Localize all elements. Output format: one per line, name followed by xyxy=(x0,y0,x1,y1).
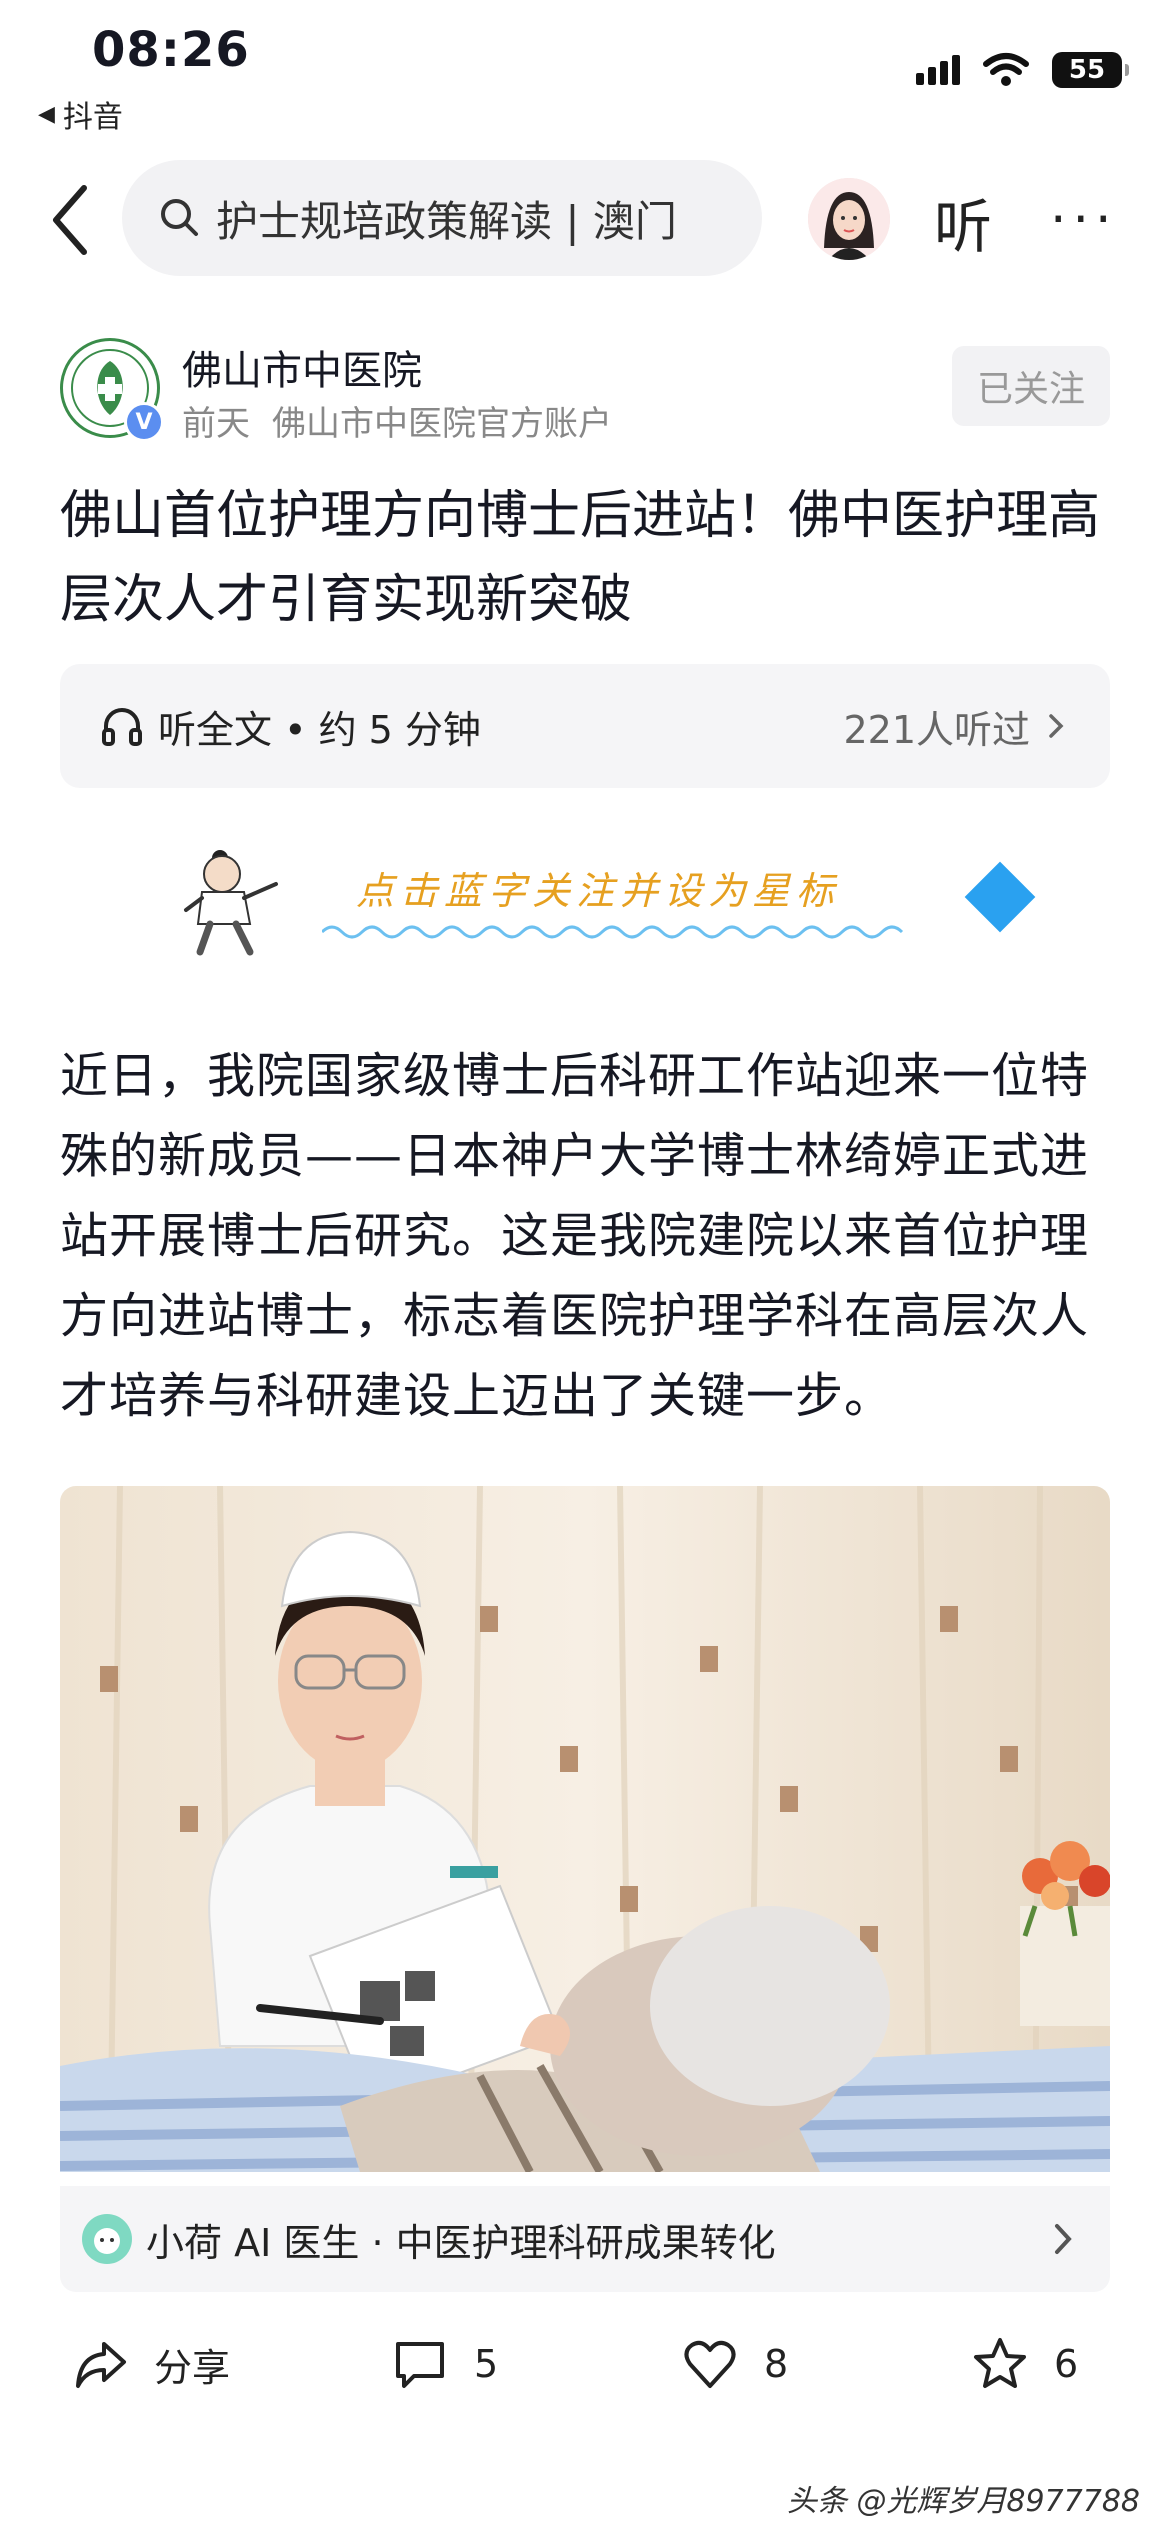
ai-doctor-link[interactable]: 小荷 AI 医生 · 中医护理科研成果转化 xyxy=(60,2186,1110,2292)
share-label: 分享 xyxy=(154,2345,231,2390)
account-description: 佛山市中医院官方账户 xyxy=(272,404,612,444)
comment-icon xyxy=(396,2342,444,2388)
cellular-signal-icon xyxy=(916,55,960,85)
favorite-button[interactable]: 6 xyxy=(972,2324,1078,2404)
heart-icon xyxy=(684,2340,736,2388)
chevron-right-icon xyxy=(1049,714,1064,738)
listen-full-text-label: 听全文 • 约 5 分钟 xyxy=(158,707,481,752)
banner-follow-text[interactable]: 点击蓝字关注并设为星标 xyxy=(356,860,840,915)
ai-assistant-avatar[interactable] xyxy=(808,178,890,260)
article-photo[interactable] xyxy=(60,1486,1110,2172)
back-triangle-icon: ◀ xyxy=(38,101,55,127)
status-time: 08:26 xyxy=(92,22,250,78)
favorite-count: 6 xyxy=(1054,2342,1079,2386)
verified-badge-icon: V xyxy=(124,402,164,442)
battery-icon: 55 xyxy=(1052,52,1129,88)
back-to-app-link[interactable]: ◀ 抖音 xyxy=(38,92,123,136)
banner-wave-decoration xyxy=(322,925,904,939)
listen-button[interactable]: 听 xyxy=(934,180,992,264)
post-time: 前天 xyxy=(182,404,250,444)
share-icon xyxy=(76,2342,126,2388)
share-button[interactable]: 分享 xyxy=(72,2324,230,2404)
follow-button[interactable]: 已关注 xyxy=(952,346,1110,426)
like-button[interactable]: 8 xyxy=(682,2324,788,2404)
search-bar[interactable]: 护士规培政策解读 | 澳门 xyxy=(122,160,762,276)
more-options-icon[interactable]: ··· xyxy=(1050,190,1118,250)
author-meta: 前天 佛山市中医院官方账户 xyxy=(182,396,612,445)
comment-count: 5 xyxy=(474,2342,499,2386)
comment-button[interactable]: 5 xyxy=(392,2324,498,2404)
like-count: 8 xyxy=(764,2342,789,2386)
avatar-portrait-icon xyxy=(808,178,890,260)
listen-count: 221人听过 xyxy=(843,707,1030,752)
blue-diamond-icon xyxy=(964,861,1036,933)
article-title: 佛山首位护理方向博士后进站！佛中医护理高层次人才引育实现新突破 xyxy=(60,486,1101,630)
mascot-illustration-icon xyxy=(184,850,278,956)
watermark: 头条 @光辉岁月8977788 xyxy=(786,2484,1140,2519)
wifi-icon xyxy=(983,53,1029,86)
listen-full-text-panel[interactable]: 听全文 • 约 5 分钟 221人听过 xyxy=(60,664,1110,788)
back-arrow-icon[interactable] xyxy=(44,180,104,260)
back-app-label: 抖音 xyxy=(62,100,123,135)
search-icon xyxy=(161,199,198,236)
search-query-text: 护士规培政策解读 | 澳门 xyxy=(216,196,677,246)
author-name[interactable]: 佛山市中医院 xyxy=(182,338,422,396)
status-icons: 55 xyxy=(916,52,1129,88)
article-body: 近日，我院国家级博士后科研工作站迎来一位特殊的新成员——日本神户大学博士林绮婷正… xyxy=(60,1048,1090,1424)
nurse-with-patient-image xyxy=(60,1486,1110,2172)
headphones-icon xyxy=(102,708,142,746)
ai-doctor-icon xyxy=(82,2214,132,2264)
star-icon xyxy=(974,2338,1026,2388)
ai-doctor-label: 小荷 AI 医生 · 中医护理科研成果转化 xyxy=(146,2220,776,2265)
chevron-right-icon xyxy=(1055,2224,1072,2254)
